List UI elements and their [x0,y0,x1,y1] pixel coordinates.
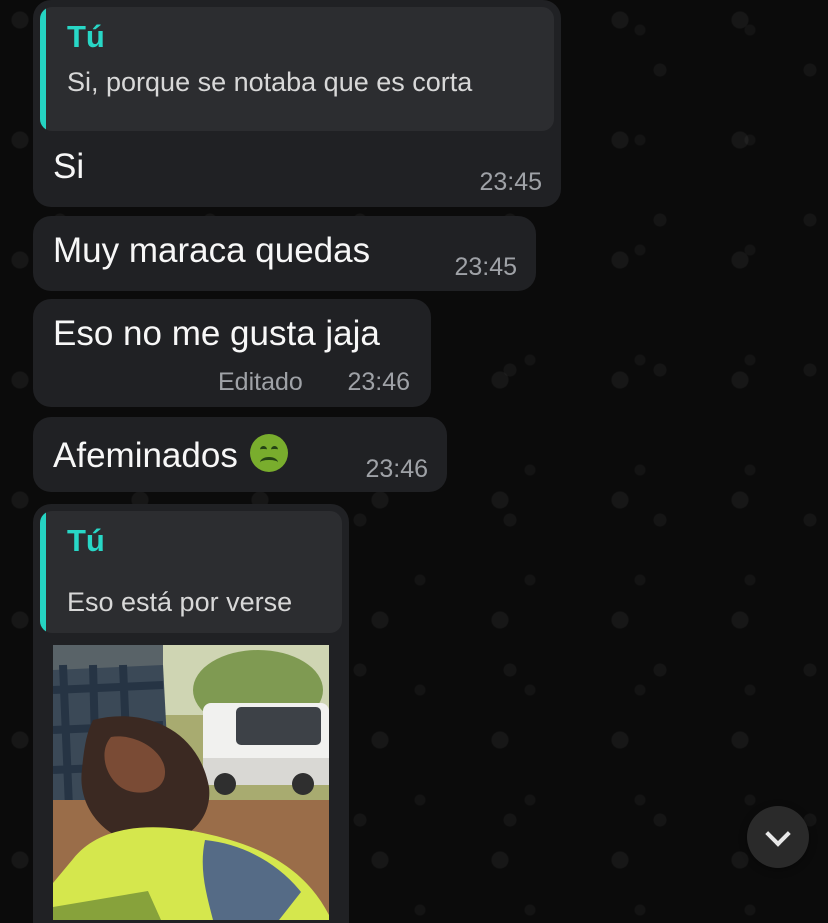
nauseated-face-icon [249,434,288,472]
edited-label: Editado [218,368,303,396]
message-time: 23:46 [347,368,410,396]
gif-preview[interactable] [53,645,329,920]
message-text: Si [53,147,85,186]
message-bubble[interactable]: Afeminados 23:46 [33,417,447,492]
message-bubble[interactable]: Muy maraca quedas 23:45 [33,216,536,291]
reply-accent-bar [40,7,46,131]
reply-quote[interactable]: Tú Eso está por verse [40,511,342,633]
reply-text: Si, porque se notaba que es corta [67,67,473,97]
reply-accent-bar [40,511,46,633]
chevron-down-icon [765,820,791,847]
reply-author: Tú [67,523,105,558]
reply-quote[interactable]: Tú Si, porque se notaba que es corta [40,7,554,131]
message-time: 23:46 [365,455,428,483]
message-text: Afeminados [53,434,288,473]
reply-author: Tú [67,19,105,54]
message-bubble[interactable]: Eso no me gusta jaja Editado 23:46 [33,299,431,407]
gif-preview-image [53,645,329,920]
message-time: 23:45 [454,253,517,281]
message-text-content: Afeminados [53,436,238,475]
message-bubble[interactable]: Tú Eso está por verse [33,504,349,923]
message-text: Eso no me gusta jaja [53,314,380,353]
reply-text: Eso está por verse [67,587,293,617]
message-text: Muy maraca quedas [53,231,371,270]
emoji-mouth [259,457,278,468]
message-time: 23:45 [479,168,542,196]
message-bubble[interactable]: Tú Si, porque se notaba que es corta Si … [33,0,561,207]
scroll-to-bottom-button[interactable] [747,806,809,868]
